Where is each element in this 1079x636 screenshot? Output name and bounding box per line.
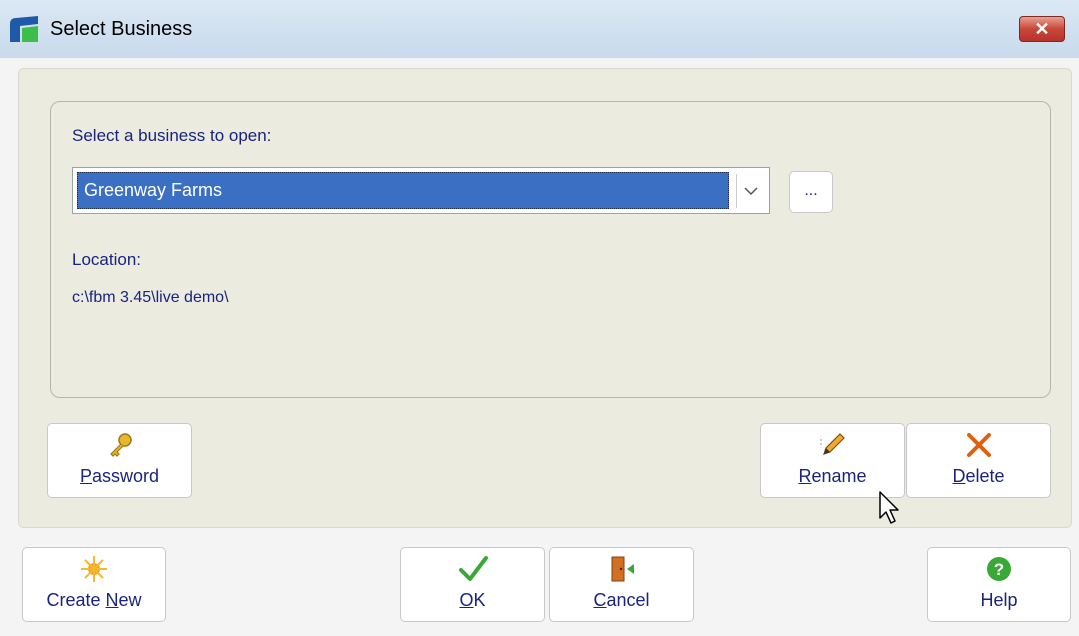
delete-label: Delete — [952, 466, 1005, 486]
mouse-cursor-icon — [879, 491, 899, 524]
delete-button[interactable]: Delete — [906, 423, 1051, 498]
select-business-label: Select a business to open: — [72, 126, 272, 145]
help-label: Help — [980, 590, 1018, 610]
help-question-icon: ? — [987, 557, 1011, 581]
create-new-button[interactable]: Create New — [22, 547, 166, 622]
delete-x-icon — [966, 433, 991, 457]
location-label: Location: — [72, 250, 141, 269]
key-icon — [109, 433, 132, 457]
exit-door-icon — [611, 556, 634, 582]
window-title: Select Business — [50, 18, 193, 40]
browse-button[interactable]: ... — [789, 171, 833, 213]
ok-label: OK — [459, 590, 486, 610]
svg-text:?: ? — [994, 560, 1004, 579]
business-dropdown-value: Greenway Farms — [77, 172, 729, 209]
app-logo-icon — [10, 16, 38, 42]
create-new-label: Create New — [46, 590, 142, 610]
rename-label: Rename — [798, 466, 867, 486]
password-label: Password — [79, 466, 160, 486]
pencil-icon — [819, 433, 845, 455]
location-value: c:\fbm 3.45\live demo\ — [72, 289, 229, 306]
close-button[interactable]: ✕ — [1019, 16, 1065, 42]
checkmark-icon — [458, 556, 488, 581]
chevron-down-icon[interactable] — [736, 174, 765, 208]
sparkle-icon — [81, 556, 107, 582]
cancel-button[interactable]: Cancel — [549, 547, 694, 622]
ok-button[interactable]: OK — [400, 547, 545, 622]
password-button[interactable]: Password — [47, 423, 192, 498]
browse-button-label: ... — [804, 182, 818, 199]
cancel-label: Cancel — [593, 590, 650, 610]
rename-button[interactable]: Rename — [760, 423, 905, 498]
help-button[interactable]: ? Help — [927, 547, 1071, 622]
title-bar: Select Business ✕ — [0, 0, 1079, 58]
close-icon: ✕ — [1034, 19, 1050, 39]
business-dropdown[interactable]: Greenway Farms — [72, 167, 770, 214]
